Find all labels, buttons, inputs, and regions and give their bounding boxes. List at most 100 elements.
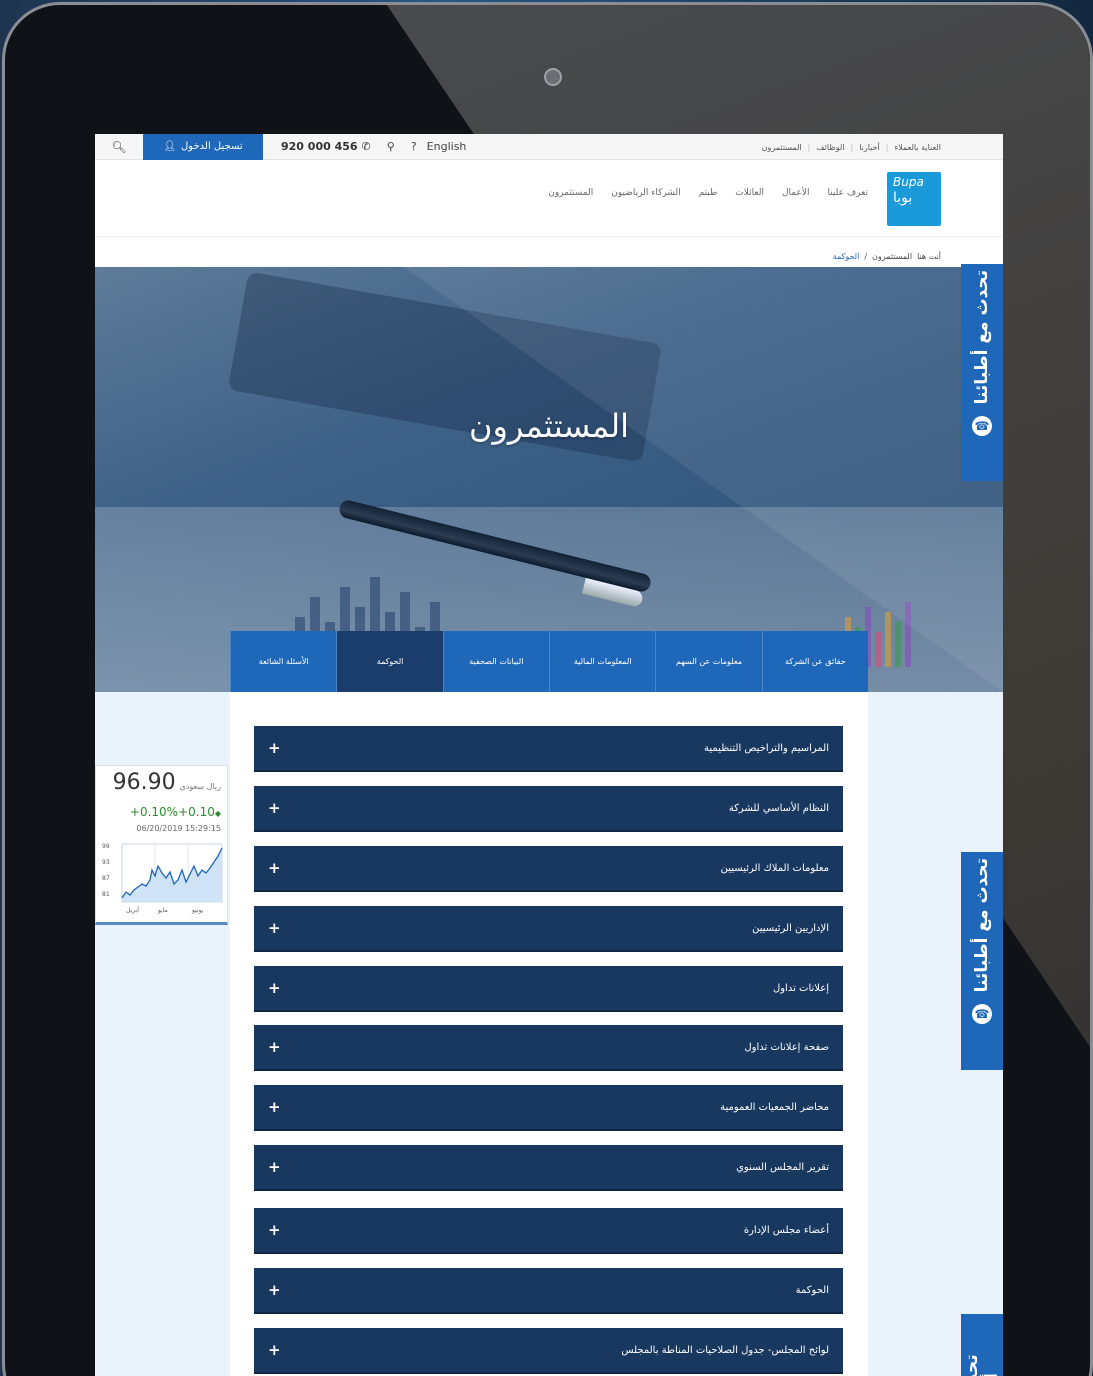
chat-with-doctors-button[interactable]: تحدث مع أطبائنا ☎ [961, 852, 1003, 1070]
search-button[interactable]: 🔍︎ [95, 134, 143, 160]
camera-icon [544, 68, 562, 86]
language-switch[interactable]: English [427, 140, 467, 153]
breadcrumb-item-governance[interactable]: الحوكمة [833, 252, 860, 261]
separator: | [850, 142, 854, 152]
up-arrow-icon: ◆ [214, 809, 221, 818]
stock-ticker-widget[interactable]: ريال سعودي 96.90 +0.10%+0.10◆ 06/20/2019… [95, 765, 228, 925]
y-tick: 93 [102, 859, 110, 866]
plus-icon: + [268, 799, 281, 817]
accordion-item[interactable]: لوائح المجلس- جدول الصلاحيات المناطة بال… [254, 1328, 843, 1374]
tab-company-facts[interactable]: حقائق عن الشركة [761, 631, 868, 692]
plus-icon: + [268, 1341, 281, 1359]
accordion-item[interactable]: معلومات الملاك الرئيسيين + [254, 846, 843, 892]
chat-label: تحدث مع أطبائنا [972, 270, 992, 405]
plus-icon: + [268, 1158, 281, 1176]
website-screen: 🔍︎ 👤︎ تسجيل الدخول 920 000 456 ✆ ⚲ ? Eng… [95, 134, 1003, 1376]
accordion-item[interactable]: النظام الأساسي للشركة + [254, 786, 843, 832]
phone-value: 920 000 456 [281, 140, 358, 153]
accordion-item[interactable]: الإداريين الرئيسيين + [254, 906, 843, 952]
accordion-item[interactable]: محاضر الجمعيات العمومية + [254, 1085, 843, 1131]
top-link-customer-care[interactable]: العناية بالعملاء [894, 143, 941, 152]
chat-with-doctors-button[interactable]: تحدث مع أطبائنا [961, 1314, 1003, 1376]
tab-press-releases[interactable]: البيانات الصحفية [442, 631, 550, 692]
accordion-item[interactable]: المراسيم والتراخيص التنظيمية + [254, 726, 843, 772]
nav-item-tebtom[interactable]: طبتم [699, 188, 718, 198]
accordion-title: الإداريين الرئيسيين [752, 922, 829, 934]
plus-icon: + [268, 919, 281, 937]
investor-tabs: حقائق عن الشركة معلومات عن السهم المعلوم… [230, 631, 868, 692]
phone-icon: ✆ [361, 140, 371, 153]
nav-item-families[interactable]: العائلات [735, 188, 764, 198]
plus-icon: + [268, 979, 281, 997]
breadcrumb: أنت هنا المستثمرون / الحوكمة [833, 252, 941, 261]
accordion-title: الحوكمة [795, 1284, 829, 1296]
login-button[interactable]: 👤︎ تسجيل الدخول [143, 134, 263, 160]
x-tick: مايو [157, 907, 168, 914]
accordion-title: أعضاء مجلس الإدارة [743, 1224, 829, 1236]
chat-label: تحدث مع أطبائنا [962, 1314, 1002, 1376]
x-tick: أبريل [126, 906, 139, 914]
accordion-title: تقرير المجلس السنوي [736, 1161, 829, 1173]
plus-icon: + [268, 1098, 281, 1116]
stock-mini-chart: 99 93 87 81 أبريل مايو يونيو [102, 843, 223, 914]
location-icon[interactable]: ⚲ [387, 140, 395, 153]
accordion-item[interactable]: إعلانات تداول + [254, 966, 843, 1012]
accordion-title: النظام الأساسي للشركة [728, 802, 829, 814]
login-label: تسجيل الدخول [181, 141, 243, 152]
nav-item-business[interactable]: الأعمال [782, 188, 810, 198]
y-tick: 99 [102, 843, 110, 850]
nav-item-investors[interactable]: المستثمرون [548, 188, 593, 198]
separator: | [885, 142, 889, 152]
accordion-item[interactable]: صفحة إعلانات تداول + [254, 1025, 843, 1071]
accordion-title: المراسيم والتراخيص التنظيمية [704, 742, 829, 754]
chat-icon: ☎ [972, 1004, 992, 1025]
main-navigation: Bupa بوبا تعرف علينا الأعمال العائلات طب… [95, 160, 1003, 237]
utility-bar: 🔍︎ 👤︎ تسجيل الدخول 920 000 456 ✆ ⚲ ? Eng… [95, 134, 1003, 160]
background: 🔍︎ 👤︎ تسجيل الدخول 920 000 456 ✆ ⚲ ? Eng… [0, 0, 1093, 1376]
stock-price-row: ريال سعودي 96.90 [113, 770, 221, 795]
phone-number[interactable]: 920 000 456 ✆ [281, 140, 371, 153]
nav-items: تعرف علينا الأعمال العائلات طبتم الشركاء… [548, 188, 868, 198]
tab-governance[interactable]: الحوكمة [336, 631, 443, 692]
logo-arabic: بوبا [893, 189, 913, 206]
nav-item-about[interactable]: تعرف علينا [827, 188, 868, 198]
tab-share-info[interactable]: معلومات عن السهم [655, 631, 762, 692]
tab-faq[interactable]: الأسئلة الشائعة [230, 631, 337, 692]
accordion-title: لوائح المجلس- جدول الصلاحيات المناطة بال… [621, 1344, 829, 1356]
page-title: المستثمرون [468, 407, 630, 445]
stock-change-value: +0.10%+0.10 [129, 805, 215, 819]
chat-icon: ☎ [972, 416, 992, 437]
plus-icon: + [268, 1221, 281, 1239]
x-tick: يونيو [191, 907, 204, 914]
y-tick: 81 [102, 891, 110, 898]
search-icon: 🔍︎ [111, 139, 127, 154]
accordion-item[interactable]: تقرير المجلس السنوي + [254, 1145, 843, 1191]
breadcrumb-separator: / [864, 252, 868, 261]
breadcrumb-prefix: أنت هنا [917, 252, 941, 261]
stock-datetime: 06/20/2019 15:29:15 [136, 824, 221, 833]
top-link-investors[interactable]: المستثمرون [762, 143, 802, 152]
chart-area [122, 848, 222, 902]
separator: | [807, 142, 811, 152]
plus-icon: + [268, 739, 281, 757]
nav-item-sports-partners[interactable]: الشركاء الرياضيون [611, 188, 680, 198]
user-icon: 👤︎ [163, 141, 177, 152]
stock-change: +0.10%+0.10◆ [130, 805, 221, 819]
hero-banner: المستثمرون [95, 267, 1003, 692]
top-links: العناية بالعملاء | أخبارنا | الوظائف | المس… [762, 134, 941, 160]
plus-icon: + [268, 859, 281, 877]
help-icon[interactable]: ? [411, 140, 417, 153]
bupa-logo[interactable]: Bupa بوبا [887, 172, 941, 226]
accordion-title: إعلانات تداول [772, 982, 829, 994]
top-link-news[interactable]: أخبارنا [859, 143, 880, 152]
accordion-title: معلومات الملاك الرئيسيين [720, 862, 829, 874]
stock-currency: ريال سعودي [179, 782, 221, 791]
accordion-item[interactable]: الحوكمة + [254, 1268, 843, 1314]
top-link-careers[interactable]: الوظائف [816, 143, 844, 152]
accordion-item[interactable]: أعضاء مجلس الإدارة + [254, 1208, 843, 1254]
tab-financial-info[interactable]: المعلومات المالية [549, 631, 656, 692]
stock-price: 96.90 [112, 770, 176, 795]
breadcrumb-item-investors[interactable]: المستثمرون [872, 252, 912, 261]
plus-icon: + [268, 1038, 281, 1056]
chat-with-doctors-button[interactable]: تحدث مع أطبائنا ☎ [961, 264, 1003, 481]
